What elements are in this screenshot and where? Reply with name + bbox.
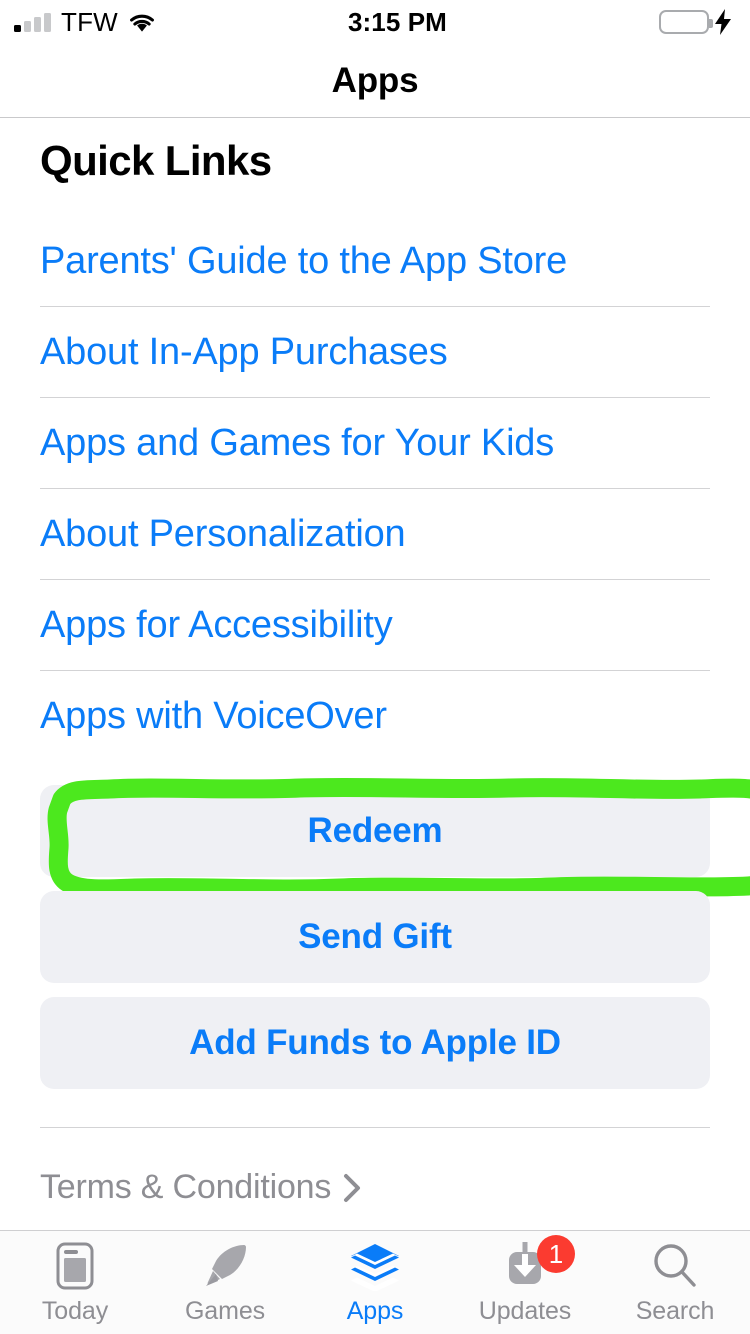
download-arrow-icon: 1 xyxy=(497,1235,575,1291)
navigation-bar: Apps xyxy=(0,44,750,118)
send-gift-button-label: Send Gift xyxy=(298,917,452,957)
quick-link-label: Apps with VoiceOver xyxy=(40,695,387,738)
battery-icon xyxy=(659,10,713,34)
terms-and-conditions-row[interactable]: Terms & Conditions xyxy=(40,1128,710,1207)
carrier-label: TFW xyxy=(61,7,118,37)
quick-links-list: Parents' Guide to the App Store About In… xyxy=(0,216,750,761)
list-item[interactable]: Apps with VoiceOver xyxy=(40,671,710,761)
tab-games[interactable]: Games xyxy=(150,1231,300,1334)
list-item[interactable]: About In-App Purchases xyxy=(40,307,710,399)
list-item[interactable]: About Personalization xyxy=(40,489,710,581)
terms-label: Terms & Conditions xyxy=(40,1168,332,1207)
today-card-icon xyxy=(47,1241,103,1291)
tab-label: Games xyxy=(184,1297,266,1325)
tab-search[interactable]: Search xyxy=(600,1231,750,1334)
tab-bar: Today Games Apps 1 Updates Search xyxy=(0,1230,750,1334)
tab-apps[interactable]: Apps xyxy=(300,1231,450,1334)
layers-stack-icon xyxy=(347,1241,403,1291)
add-funds-button-label: Add Funds to Apple ID xyxy=(189,1023,561,1063)
redeem-button[interactable]: Redeem xyxy=(40,778,750,899)
tab-today[interactable]: Today xyxy=(0,1231,150,1334)
updates-badge: 1 xyxy=(537,1235,575,1273)
status-bar-left: TFW xyxy=(14,9,156,35)
terms-section: Terms & Conditions xyxy=(40,1127,710,1207)
app-store-screen: TFW 3:15 PM Apps Quick Links Parents' Gu… xyxy=(0,0,750,1334)
status-bar-clock: 3:15 PM xyxy=(347,6,447,37)
add-funds-button[interactable]: Add Funds to Apple ID xyxy=(40,997,710,1090)
magnifier-icon xyxy=(647,1241,703,1291)
rocket-icon xyxy=(197,1241,253,1291)
main-content: Quick Links Parents' Guide to the App St… xyxy=(0,118,750,1230)
tab-label: Today xyxy=(41,1297,109,1325)
status-bar: TFW 3:15 PM xyxy=(0,0,750,44)
tab-label: Search xyxy=(635,1297,715,1325)
account-actions: Redeem Send Gift Add Funds to Apple ID xyxy=(0,778,750,1090)
tab-label: Apps xyxy=(346,1297,404,1325)
lightning-bolt-icon xyxy=(715,9,731,35)
redeem-button-label: Redeem xyxy=(307,811,443,851)
signal-bars-icon xyxy=(14,12,51,32)
quick-link-label: Apps and Games for Your Kids xyxy=(40,422,555,465)
status-bar-right xyxy=(659,9,732,35)
list-item[interactable]: Parents' Guide to the App Store xyxy=(40,216,710,308)
section-heading-quick-links: Quick Links xyxy=(40,137,272,184)
quick-link-label: Apps for Accessibility xyxy=(40,604,393,647)
list-item[interactable]: Apps for Accessibility xyxy=(40,580,710,672)
tab-updates[interactable]: 1 Updates xyxy=(450,1231,600,1334)
send-gift-button[interactable]: Send Gift xyxy=(40,891,710,984)
quick-link-label: Parents' Guide to the App Store xyxy=(40,240,568,283)
chevron-right-icon xyxy=(344,1173,361,1202)
quick-link-label: About Personalization xyxy=(40,513,406,556)
list-item[interactable]: Apps and Games for Your Kids xyxy=(40,398,710,490)
tab-label: Updates xyxy=(478,1297,572,1325)
page-title: Apps xyxy=(331,60,419,100)
quick-link-label: About In-App Purchases xyxy=(40,331,448,374)
